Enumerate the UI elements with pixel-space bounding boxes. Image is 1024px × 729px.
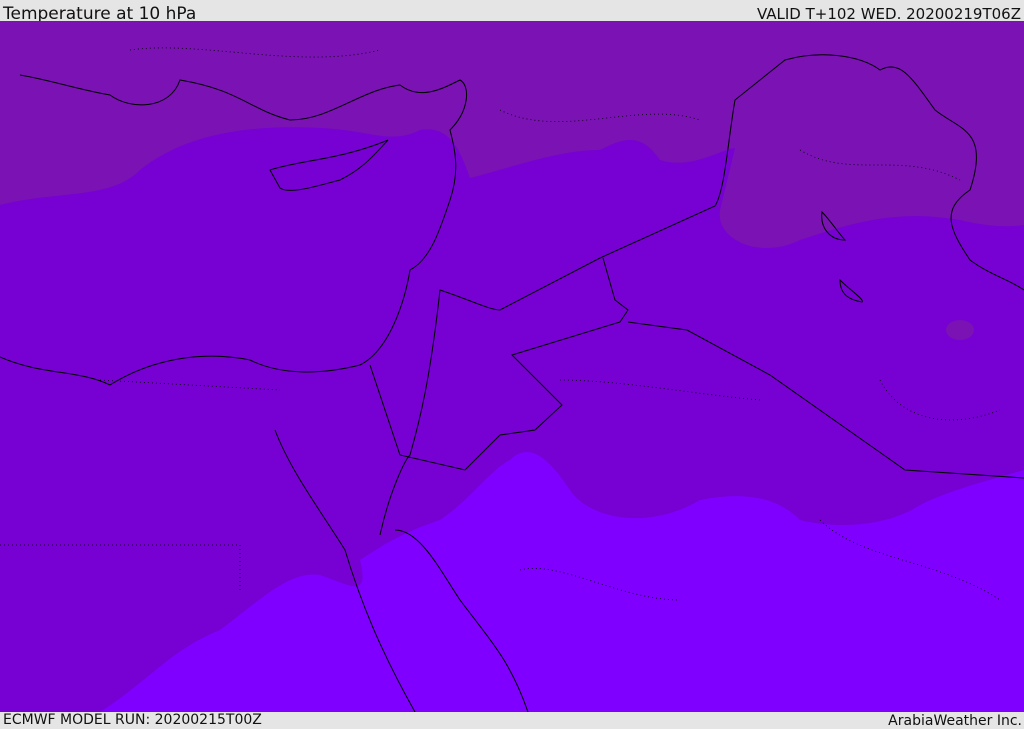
cold-spot [946,320,974,340]
footer-bar: ECMWF MODEL RUN: 20200215T00Z ArabiaWeat… [0,712,1024,729]
header-bar: Temperature at 10 hPa VALID T+102 WED. 2… [0,0,1024,24]
temperature-map [0,21,1024,712]
credit: ArabiaWeather Inc. [888,713,1022,729]
model-run: ECMWF MODEL RUN: 20200215T00Z [3,712,262,728]
